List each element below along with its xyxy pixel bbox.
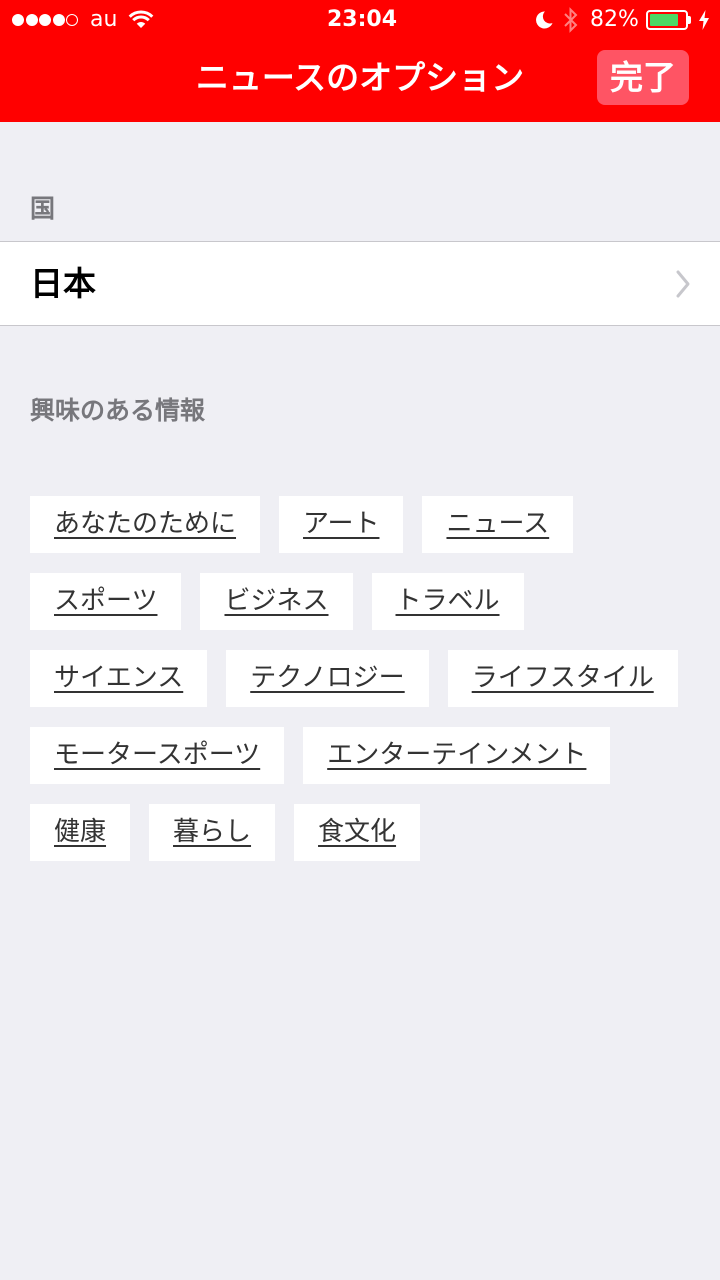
topic-tag[interactable]: テクノロジー — [226, 650, 429, 707]
topic-tag-label: エンターテインメント — [327, 740, 587, 770]
signal-dot-empty — [66, 14, 78, 26]
topic-tag-label: ライフスタイル — [471, 663, 654, 693]
page-title: ニュースのオプション — [195, 58, 525, 97]
signal-dot-filled — [52, 14, 65, 26]
topic-tag[interactable]: アート — [279, 496, 404, 553]
topic-tag[interactable]: サイエンス — [30, 650, 208, 707]
topic-tag-label: アート — [303, 509, 380, 539]
topic-tag-label: ビジネス — [224, 586, 329, 616]
clock-time: 23:04 — [326, 7, 398, 32]
topic-tag[interactable]: あなたのために — [30, 496, 261, 553]
country-value: 日本 — [30, 264, 96, 303]
topic-tag-label: トラベル — [395, 586, 500, 616]
country-section-header: 国 — [30, 194, 56, 223]
chevron-right-icon — [676, 270, 690, 298]
topic-tag-label: スポーツ — [54, 586, 158, 616]
battery-percentage: 82% — [590, 7, 639, 32]
nav-bar: ニュースのオプション 完了 — [0, 40, 720, 122]
topic-tag-label: 暮らし — [173, 817, 252, 847]
carrier-label: au — [90, 7, 118, 32]
interests-section-header: 興味のある情報 — [30, 396, 206, 425]
topic-tag-label: 健康 — [54, 817, 107, 847]
battery-body — [646, 10, 688, 30]
battery-nub — [688, 16, 691, 24]
signal-strength-indicator — [12, 14, 78, 26]
charging-bolt-icon — [699, 10, 709, 30]
done-button[interactable]: 完了 — [597, 50, 689, 105]
battery-fill — [650, 14, 678, 26]
topic-tag[interactable]: エンターテインメント — [303, 727, 611, 784]
topic-tag[interactable]: ビジネス — [200, 573, 353, 630]
topic-tag-label: テクノロジー — [250, 663, 405, 693]
topic-tag[interactable]: モータースポーツ — [30, 727, 285, 784]
topic-tag[interactable]: トラベル — [371, 573, 524, 630]
topic-tags-container: あなたのために アート ニューススポーツ ビジネス トラベルサイエンス テクノロジー ライフ… — [30, 496, 710, 861]
status-bar: au 23:04 82% — [0, 0, 720, 40]
signal-dot-filled — [25, 14, 38, 26]
topic-tag-label: あなたのために — [54, 509, 237, 539]
topic-tag-label: サイエンス — [54, 663, 184, 693]
bluetooth-icon — [564, 7, 578, 33]
battery-icon — [646, 10, 692, 30]
topic-tag-label: 食文化 — [318, 817, 397, 847]
topic-tag-label: ニュース — [446, 509, 550, 539]
country-row[interactable]: 日本 — [0, 241, 720, 326]
signal-dot-filled — [39, 14, 51, 26]
topic-tag-label: モータースポーツ — [54, 740, 261, 770]
topic-tag[interactable]: 食文化 — [294, 804, 421, 861]
topic-tag[interactable]: スポーツ — [30, 573, 182, 630]
moon-icon — [536, 11, 553, 29]
wifi-icon — [128, 10, 154, 28]
topic-tag[interactable]: 健康 — [30, 804, 131, 861]
topic-tag[interactable]: ライフスタイル — [447, 650, 678, 707]
topic-tag[interactable]: 暮らし — [149, 804, 276, 861]
topic-tag[interactable]: ニュース — [422, 496, 574, 553]
app-header: au 23:04 82% ニュースのオプション 完了 — [0, 0, 720, 122]
signal-dot-filled — [12, 14, 24, 26]
